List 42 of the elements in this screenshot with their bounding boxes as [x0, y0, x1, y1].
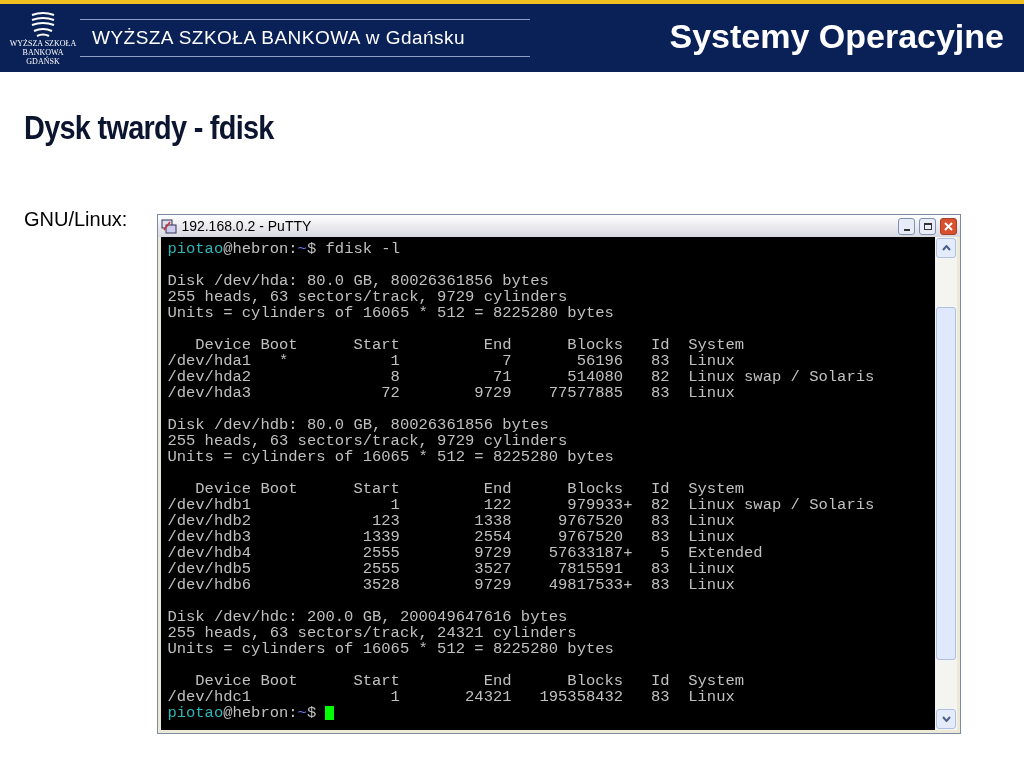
slide-title: Dysk twardy - fdisk: [24, 110, 275, 144]
school-name: WYŻSZA SZKOŁA BANKOWA w Gdańsku: [92, 26, 466, 48]
cursor: [325, 706, 335, 720]
maximize-button[interactable]: [919, 217, 937, 235]
scroll-down-button[interactable]: [936, 709, 957, 729]
computer-icon: [161, 218, 178, 234]
terminal-line: Disk /dev/hdc: 200.0 GB, 200049647616 bytes: [167, 609, 569, 625]
terminal-line: Units = cylinders of 16065 * 512 = 8225280 bytes: [167, 449, 615, 465]
terminal-line: Units = cylinders of 16065 * 512 = 8225280 bytes: [167, 641, 615, 657]
window-title: 192.168.0.2 - PuTTY: [181, 216, 312, 236]
course-title: Systemy Operacyjne: [669, 15, 1004, 57]
prompt-line: piotao@hebron:~$: [167, 705, 936, 721]
prompt-line: piotao@hebron:~$ fdisk -l: [167, 241, 401, 257]
terminal-line: /dev/hda1 * 1 7 56196 83 Linux: [167, 353, 736, 369]
terminal-line: Disk /dev/hdb: 80.0 GB, 80026361856 bytes: [167, 417, 550, 433]
logo-text: WYŻSZA SZKOŁA: [9, 38, 77, 48]
logo-text: GDAŃSK: [26, 56, 60, 66]
scroll-up-button[interactable]: [936, 238, 957, 258]
terminal-line: /dev/hdb5 2555 3527 7815591 83 Linux: [167, 561, 736, 577]
terminal-line: Units = cylinders of 16065 * 512 = 8225280 bytes: [167, 305, 615, 321]
logo-text: BANKOWA: [22, 47, 64, 57]
scrollbar[interactable]: [935, 237, 958, 730]
scroll-thumb[interactable]: [936, 307, 957, 660]
slide-label: GNU/Linux:: [24, 207, 128, 232]
close-icon: [944, 221, 954, 231]
minimize-button[interactable]: [898, 217, 916, 235]
terminal-line: /dev/hdc1 1 24321 195358432 83 Linux: [167, 689, 736, 705]
terminal-line: /dev/hdb6 3528 9729 49817533+ 83 Linux: [167, 577, 736, 593]
terminal-line: Device Boot Start End Blocks Id System: [194, 337, 746, 353]
terminal-line: /dev/hdb1 1 122 979933+ 82 Linux swap / Solaris: [167, 497, 876, 513]
terminal-line: /dev/hdb3 1339 2554 9767520 83 Linux: [167, 529, 736, 545]
close-button[interactable]: [940, 217, 958, 235]
terminal-line: /dev/hda2 8 71 514080 82 Linux swap / Solaris: [167, 369, 876, 385]
terminal-line: 255 heads, 63 sectors/track, 9729 cylinders: [167, 289, 569, 305]
terminal-line: Disk /dev/hda: 80.0 GB, 80026361856 bytes: [167, 273, 550, 289]
terminal-line: Device Boot Start End Blocks Id System: [194, 673, 746, 689]
terminal-line: Device Boot Start End Blocks Id System: [194, 481, 746, 497]
terminal-line: /dev/hdb2 123 1338 9767520 83 Linux: [167, 513, 736, 529]
terminal-line: /dev/hda3 72 9729 77577885 83 Linux: [167, 385, 736, 401]
terminal-line: /dev/hdb4 2555 9729 57633187+ 5 Extended: [167, 545, 764, 561]
terminal-line: 255 heads, 63 sectors/track, 9729 cylinders: [167, 433, 569, 449]
terminal-line: 255 heads, 63 sectors/track, 24321 cylinders: [167, 625, 578, 641]
